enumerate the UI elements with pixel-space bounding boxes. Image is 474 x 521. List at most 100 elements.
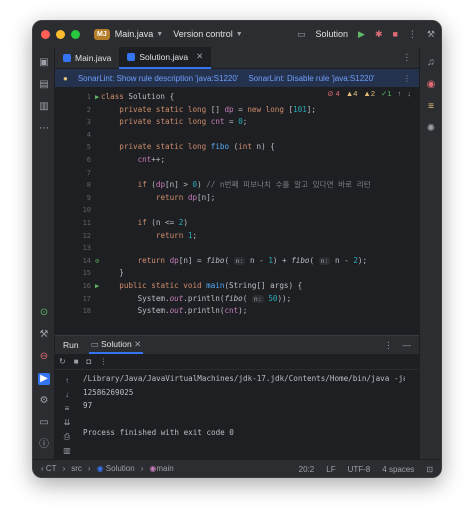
project-tool-icon[interactable]: ▣ [38,57,50,69]
terminal-tool-icon[interactable]: ▭ [38,417,50,429]
status-right: 20:2 LF UTF-8 4 spaces ⊡ [299,460,433,477]
code-line[interactable]: 11 if (n <= 2) [55,217,419,230]
code-text: private static long [] dp = new long [10… [119,104,316,114]
left-tool-strip: ▣ ▤ ▥ ⋯ ⊙ ⚒ ⊖ ▶ ⚙ ▭ ⓘ [33,47,55,461]
console-side-tools: ↑ ↓ ≡ ⇊ ⎙ ▥ [59,374,75,458]
caret-position[interactable]: 20:2 [299,465,315,474]
structure-tool-icon[interactable]: ▤ [38,79,50,91]
camera-icon[interactable]: ◘ [87,357,92,366]
line-number: 1 [86,93,91,101]
toolbar-right: ▭ Solution ▶ ✱ ■ ⋮ ⚒ [297,21,435,47]
stop-run-icon[interactable]: ■ [74,357,79,366]
stop-icon[interactable]: ■ [392,29,397,39]
disable-rule-link[interactable]: SonarLint: Disable rule 'java:S1220' [248,74,374,83]
minimize-window-button[interactable] [56,29,65,39]
zoom-window-button[interactable] [71,29,80,39]
close-tab-icon[interactable]: ✕ [196,51,203,62]
code-line[interactable]: 9 return dp[n]; [55,192,419,205]
code-line[interactable]: 18 System.out.println(cnt); [55,305,419,318]
run-toolbar-more-icon[interactable]: ⋮ [99,357,107,366]
run-more-icon[interactable]: ⋮ [384,340,393,351]
run-config-tab[interactable]: ▭ Solution ✕ [88,337,144,354]
line-number: 3 [86,118,91,127]
code-editor[interactable]: ⊘ 4 ▲4 ▲2 ✓1 ↑ ↓ 1 class Solution {▶ 2 pri… [55,87,419,335]
code-line[interactable]: 3 private static long cnt = 0; [55,116,419,129]
breadcrumb-class[interactable]: ◉ Solution [97,464,135,473]
bookmarks-tool-icon[interactable]: ▥ [38,101,50,113]
print-icon[interactable]: ⎙ [59,430,75,444]
close-window-button[interactable] [41,29,50,39]
run-tool-icon[interactable]: ▶ [38,373,50,385]
indent-settings[interactable]: 4 spaces [382,465,414,474]
more-icon[interactable]: ⋮ [408,29,417,40]
problems-list-icon[interactable]: ⓘ [38,439,50,451]
code-text: class Solution { [101,92,175,101]
run-gutter-icon[interactable]: ▶ [95,91,99,104]
show-rule-link[interactable]: SonarLint: Show rule description 'java:S… [78,74,238,83]
trash-icon[interactable]: ▥ [59,444,75,458]
run-gutter-icon[interactable]: ▶ [95,280,99,293]
chevron-right-icon: › [87,464,91,473]
file-encoding[interactable]: UTF-8 [348,465,371,474]
line-number: 2 [86,105,91,114]
vcs-menu[interactable]: Version control [173,29,233,39]
code-line[interactable]: 16 public static void main(String[] args… [55,280,419,293]
line-separator[interactable]: LF [326,465,335,474]
line-number: 18 [82,307,91,316]
tab-main-java[interactable]: Main.java [55,47,119,69]
services-tool-icon[interactable]: ⊙ [38,307,50,319]
code-line[interactable]: 2 private static long [] dp = new long [… [55,104,419,117]
banner-more-icon[interactable]: ⋮ [403,74,411,83]
code-line[interactable]: 7 [55,167,419,180]
run-icon[interactable]: ▶ [358,29,365,40]
code-line[interactable]: 14 return dp[n] = fibo( n: n - 1) + fibo… [55,255,419,268]
run-config-selector[interactable]: Solution [315,29,348,39]
down-arrow-icon[interactable]: ↓ [59,388,75,402]
hide-panel-icon[interactable]: — [403,340,412,350]
close-icon[interactable]: ✕ [134,339,141,349]
breadcrumb-project[interactable]: ‹ CT [41,464,57,473]
tab-solution-java[interactable]: Solution.java ✕ [119,46,212,69]
code-line[interactable]: 6 cnt++; [55,154,419,167]
run-tab-title[interactable]: Run [63,340,79,350]
code-line[interactable]: 8 if (dp[n] > 0) // n번째 피보나치 수를 알고 있다면 바… [55,179,419,192]
code-line[interactable]: 1 class Solution {▶ [55,91,419,104]
code-text: return 1; [155,230,198,240]
code-line[interactable]: 17 System.out.println(fibo( n: 50)); [55,293,419,306]
console-output[interactable]: /Library/Java/JavaVirtualMachines/jdk-17… [83,372,405,440]
lock-icon[interactable]: ⊡ [426,465,433,474]
project-name[interactable]: Main.java [115,29,154,39]
notifications-icon[interactable]: ♫ [425,57,437,69]
more-tools-icon[interactable]: ⋯ [38,123,50,135]
code-text: private static long fibo (int n) { [119,142,275,152]
debug-icon[interactable]: ✱ [375,29,383,40]
settings-icon[interactable]: ⚒ [427,29,435,40]
recursion-gutter-icon[interactable]: ⊙ [95,255,99,268]
tab-options-icon[interactable]: ⋮ [403,52,412,63]
code-line[interactable]: 4 [55,129,419,142]
database-icon[interactable]: ≡ [425,101,437,113]
code-line[interactable]: 15 } [55,267,419,280]
breadcrumb-method[interactable]: ◉main [149,464,173,473]
project-badge[interactable]: MJ [94,28,110,40]
code-line[interactable]: 10 [55,204,419,217]
problems-tool-icon[interactable]: ⊖ [38,351,50,363]
code-line[interactable]: 12 return 1; [55,230,419,243]
run-toolbar: ↻ ■ ◘ ⋮ [55,354,419,370]
rerun-icon[interactable]: ↻ [59,357,66,366]
plugin-icon[interactable]: ◉ [425,79,437,91]
debug-tool-icon[interactable]: ⚙ [38,395,50,407]
code-line[interactable]: 13 [55,242,419,255]
scroll-to-end-icon[interactable]: ⇊ [59,416,75,430]
up-arrow-icon[interactable]: ↑ [59,374,75,388]
code-line[interactable]: 5 private static long fibo (int n) { [55,141,419,154]
line-number: 10 [82,206,91,215]
chevron-right-icon: › [140,464,144,473]
soft-wrap-icon[interactable]: ≡ [59,402,75,416]
ide-window: MJ Main.java ▼ Version control ▼ ▭ Solutio… [32,20,442,478]
build-tool-icon[interactable]: ⚒ [38,329,50,341]
breadcrumb-src[interactable]: src [71,464,82,473]
console-line: 97 [83,401,93,410]
line-number: 14 [82,256,91,265]
ai-assistant-icon[interactable]: ✺ [425,123,437,135]
